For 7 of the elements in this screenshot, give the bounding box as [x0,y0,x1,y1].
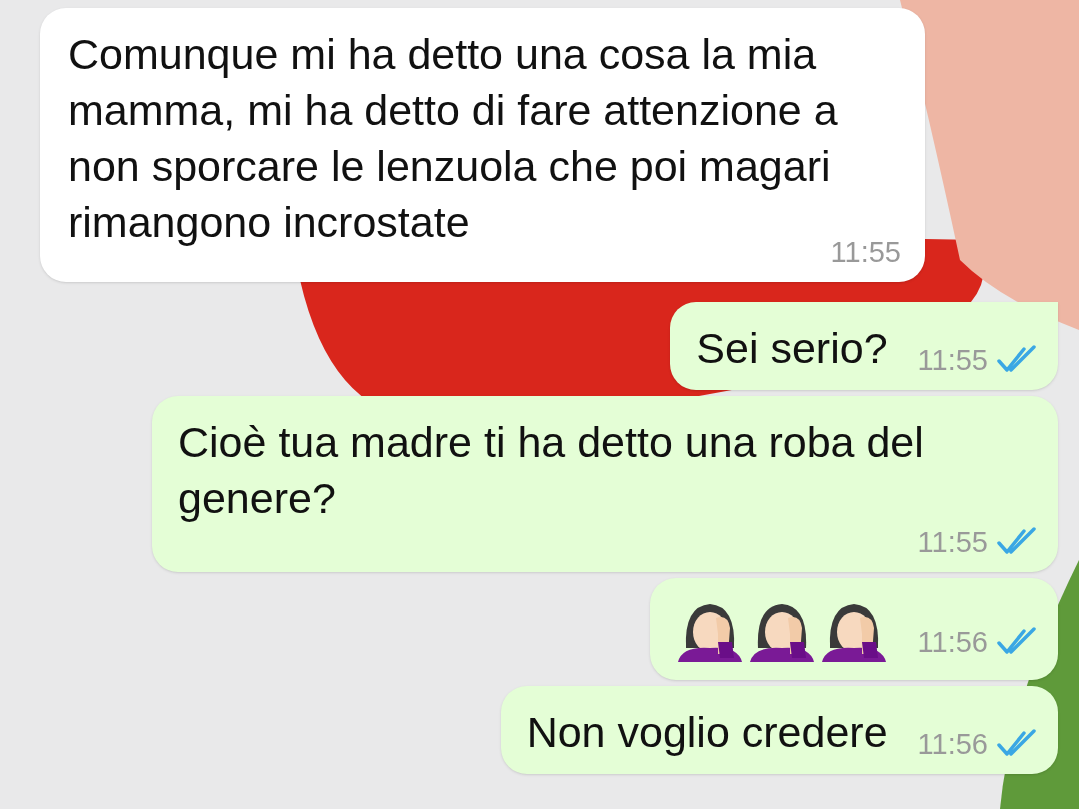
message-time: 11:55 [917,344,988,376]
message-text: Non voglio credere [526,707,888,758]
message-time: 11:56 [917,626,988,658]
message-time: 11:56 [917,728,988,760]
message-time: 11:55 [917,526,988,558]
message-text: Sei serio? [696,323,888,374]
message-text: Cioè tua madre ti ha detto una roba del genere? [178,417,925,524]
